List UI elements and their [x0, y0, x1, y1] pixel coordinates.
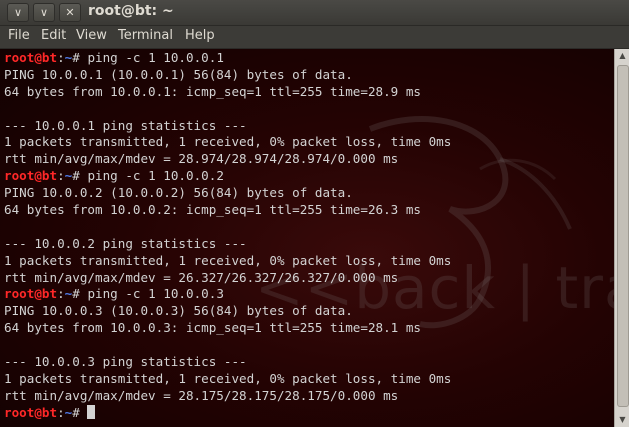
- title-bar: ∨ ∨ ✕ root@bt: ~: [0, 0, 629, 26]
- restore-button[interactable]: ∨: [33, 3, 55, 22]
- output-line: PING 10.0.0.1 (10.0.0.1) 56(84) bytes of…: [4, 66, 353, 82]
- close-button[interactable]: ✕: [59, 3, 81, 22]
- scroll-down-icon[interactable]: ▼: [615, 413, 629, 427]
- output-line: rtt min/avg/max/mdev = 28.974/28.974/28.…: [4, 151, 399, 167]
- output-line: 64 bytes from 10.0.0.1: icmp_seq=1 ttl=2…: [4, 83, 422, 99]
- menu-help[interactable]: Help: [185, 28, 215, 43]
- vertical-scrollbar[interactable]: ▲ ▼: [614, 49, 629, 427]
- prompt-symbol: #: [72, 50, 88, 65]
- output-line: 1 packets transmitted, 1 received, 0% pa…: [4, 252, 452, 268]
- command-text: ping -c 1 10.0.0.1: [87, 50, 224, 65]
- command-line: root@bt:~#: [4, 404, 451, 422]
- output-line: --- 10.0.0.1 ping statistics ---: [4, 117, 247, 133]
- prompt-user: root@bt: [4, 50, 58, 65]
- prompt-separator: :: [57, 50, 65, 65]
- window-title: root@bt: ~: [88, 3, 174, 19]
- output-line: 64 bytes from 10.0.0.2: icmp_seq=1 ttl=2…: [4, 202, 422, 218]
- prompt-separator: :: [57, 286, 65, 302]
- menu-view[interactable]: View: [76, 28, 107, 43]
- prompt-symbol: #: [72, 168, 88, 184]
- prompt-symbol: #: [72, 286, 88, 302]
- output-line: 1 packets transmitted, 1 received, 0% pa…: [4, 134, 452, 150]
- scroll-up-icon[interactable]: ▲: [615, 49, 629, 63]
- command-text: ping -c 1 10.0.0.3: [87, 286, 224, 302]
- terminal-output: root@bt:~# ping -c 1 10.0.0.1 PING 10.0.0…: [4, 50, 451, 422]
- output-line: rtt min/avg/max/mdev = 26.327/26.327/26.…: [4, 269, 399, 285]
- menu-bar: File Edit View Terminal Help: [0, 26, 629, 49]
- output-line: 64 bytes from 10.0.0.3: icmp_seq=1 ttl=2…: [4, 320, 422, 336]
- text-cursor: [87, 404, 96, 419]
- command-text: ping -c 1 10.0.0.2: [87, 168, 224, 184]
- prompt-user: root@bt: [4, 286, 58, 302]
- command-line: root@bt:~# ping -c 1 10.0.0.3: [4, 286, 451, 303]
- menu-edit[interactable]: Edit: [41, 28, 66, 43]
- prompt-symbol: #: [72, 404, 88, 420]
- command-line: root@bt:~# ping -c 1 10.0.0.1: [4, 50, 451, 67]
- output-line: --- 10.0.0.3 ping statistics ---: [4, 354, 247, 370]
- output-line: 1 packets transmitted, 1 received, 0% pa…: [4, 370, 452, 386]
- output-line: rtt min/avg/max/mdev = 28.175/28.175/28.…: [4, 387, 399, 403]
- menu-file[interactable]: File: [8, 28, 30, 43]
- minimize-button[interactable]: ∨: [7, 3, 29, 22]
- output-line: --- 10.0.0.2 ping statistics ---: [4, 235, 247, 251]
- prompt-separator: :: [57, 168, 65, 184]
- command-line: root@bt:~# ping -c 1 10.0.0.2: [4, 168, 451, 185]
- prompt-separator: :: [57, 404, 65, 420]
- menu-terminal[interactable]: Terminal: [118, 28, 173, 43]
- output-line: PING 10.0.0.3 (10.0.0.3) 56(84) bytes of…: [4, 303, 353, 319]
- terminal-area[interactable]: <<back | track 5 root@bt:~# ping -c 1 10…: [0, 49, 614, 427]
- scrollbar-thumb[interactable]: [617, 65, 629, 407]
- prompt-user: root@bt: [4, 404, 58, 420]
- output-line: PING 10.0.0.2 (10.0.0.2) 56(84) bytes of…: [4, 185, 353, 201]
- prompt-user: root@bt: [4, 168, 58, 184]
